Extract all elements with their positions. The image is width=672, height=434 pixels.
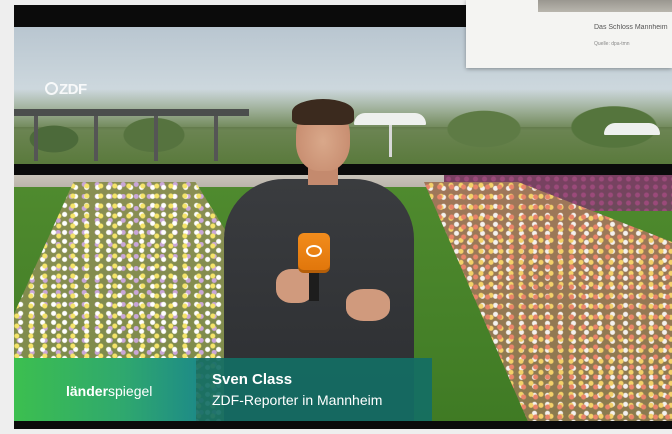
popup-caption: Das Schloss Mannheim bbox=[594, 24, 668, 31]
reporter-name: Sven Class bbox=[212, 371, 293, 388]
scene-pergola bbox=[14, 109, 249, 161]
show-title-bold: länder bbox=[66, 383, 109, 399]
popup-source: Quelle: dpa-tmn bbox=[594, 41, 630, 47]
scene-parasol bbox=[604, 123, 660, 135]
lower-third: länder spiegel Sven Class ZDF-Reporter in… bbox=[14, 358, 432, 421]
video-frame: ZDF länder spiegel Sven Class ZDF-Reporte… bbox=[14, 5, 672, 429]
reporter-caption: Sven Class ZDF-Reporter in Mannheim bbox=[196, 358, 432, 421]
zdf-logo-icon: ZDF bbox=[45, 81, 87, 98]
show-title-light: spiegel bbox=[108, 383, 153, 399]
broadcaster-logo-text: ZDF bbox=[59, 81, 87, 98]
video-player[interactable]: ZDF länder spiegel Sven Class ZDF-Reporte… bbox=[14, 27, 672, 421]
show-title: länder spiegel bbox=[14, 358, 196, 421]
popup-image bbox=[538, 0, 672, 12]
reporter-role: ZDF-Reporter in Mannheim bbox=[212, 392, 383, 408]
microphone-icon bbox=[298, 233, 330, 273]
image-popup[interactable]: Das Schloss Mannheim Quelle: dpa-tmn bbox=[466, 0, 672, 68]
